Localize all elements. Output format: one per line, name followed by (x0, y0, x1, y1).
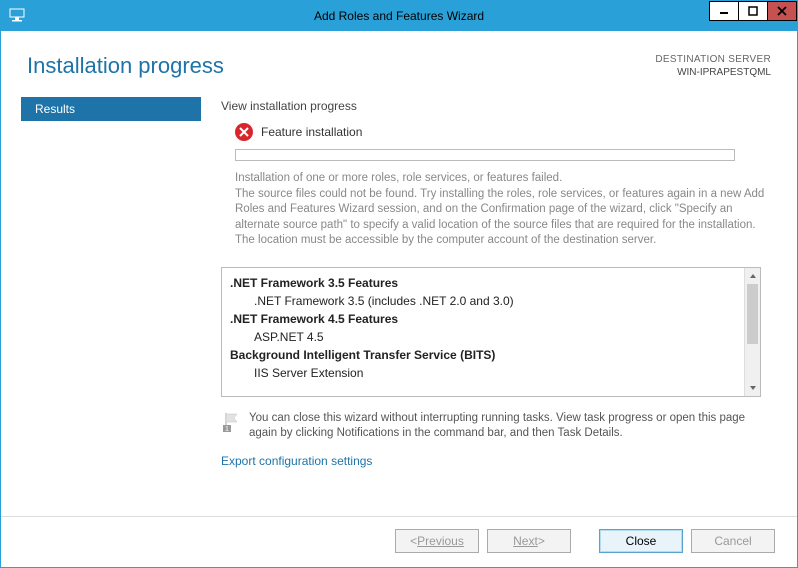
flag-icon: 1 (221, 411, 243, 433)
close-window-button[interactable] (767, 1, 797, 21)
feature-listbox: .NET Framework 3.5 Features .NET Framewo… (221, 267, 761, 397)
destination-name: WIN-IPRAPESTQML (655, 66, 771, 79)
minimize-button[interactable] (709, 1, 739, 21)
next-label: Next (513, 534, 538, 548)
feature-group: .NET Framework 3.5 Features (230, 274, 740, 292)
feature-item: ASP.NET 4.5 (230, 328, 740, 346)
destination-label: DESTINATION SERVER (655, 53, 771, 66)
content-subtitle: View installation progress (221, 99, 773, 113)
error-body: The source files could not be found. Try… (235, 187, 765, 249)
scrollbar[interactable] (744, 268, 760, 396)
destination-block: DESTINATION SERVER WIN-IPRAPESTQML (655, 53, 771, 79)
feature-item: IIS Server Extension (230, 364, 740, 382)
scroll-thumb[interactable] (747, 284, 758, 344)
page-title: Installation progress (27, 53, 224, 79)
status-title: Feature installation (261, 125, 362, 139)
svg-text:1: 1 (225, 426, 229, 433)
next-button: Next > (487, 529, 571, 553)
feature-item: .NET Framework 3.5 (includes .NET 2.0 an… (230, 292, 740, 310)
previous-button: < Previous (395, 529, 479, 553)
error-line-1: Installation of one or more roles, role … (235, 171, 765, 187)
window-title: Add Roles and Features Wizard (314, 9, 484, 23)
feature-group: .NET Framework 4.5 Features (230, 310, 740, 328)
wizard-body: Installation progress DESTINATION SERVER… (1, 31, 797, 567)
scroll-down-button[interactable] (745, 380, 760, 396)
sidebar: Results (21, 97, 201, 516)
window-controls (710, 1, 797, 21)
header-row: Installation progress DESTINATION SERVER… (1, 31, 797, 97)
error-icon (235, 123, 253, 141)
hint-text: You can close this wizard without interr… (249, 411, 761, 442)
feature-list: .NET Framework 3.5 Features .NET Framewo… (222, 268, 744, 396)
footer: < Previous Next > Close Cancel (1, 516, 797, 567)
sidebar-item-results[interactable]: Results (21, 97, 201, 121)
scroll-up-button[interactable] (745, 268, 760, 284)
error-message: Installation of one or more roles, role … (235, 171, 765, 249)
previous-label: Previous (417, 534, 464, 548)
content-pane: View installation progress Feature insta… (201, 97, 797, 516)
cancel-button: Cancel (691, 529, 775, 553)
progress-bar (235, 149, 735, 161)
status-row: Feature installation (235, 123, 773, 141)
close-label: Close (626, 534, 657, 548)
maximize-button[interactable] (738, 1, 768, 21)
feature-group: Background Intelligent Transfer Service … (230, 346, 740, 364)
wizard-window: Add Roles and Features Wizard Installati… (0, 0, 798, 568)
server-manager-icon (9, 7, 25, 23)
sidebar-item-label: Results (35, 102, 75, 116)
cancel-label: Cancel (714, 534, 751, 548)
export-settings-link[interactable]: Export configuration settings (221, 454, 372, 468)
titlebar: Add Roles and Features Wizard (1, 1, 797, 31)
hint-row: 1 You can close this wizard without inte… (221, 411, 761, 442)
close-button[interactable]: Close (599, 529, 683, 553)
